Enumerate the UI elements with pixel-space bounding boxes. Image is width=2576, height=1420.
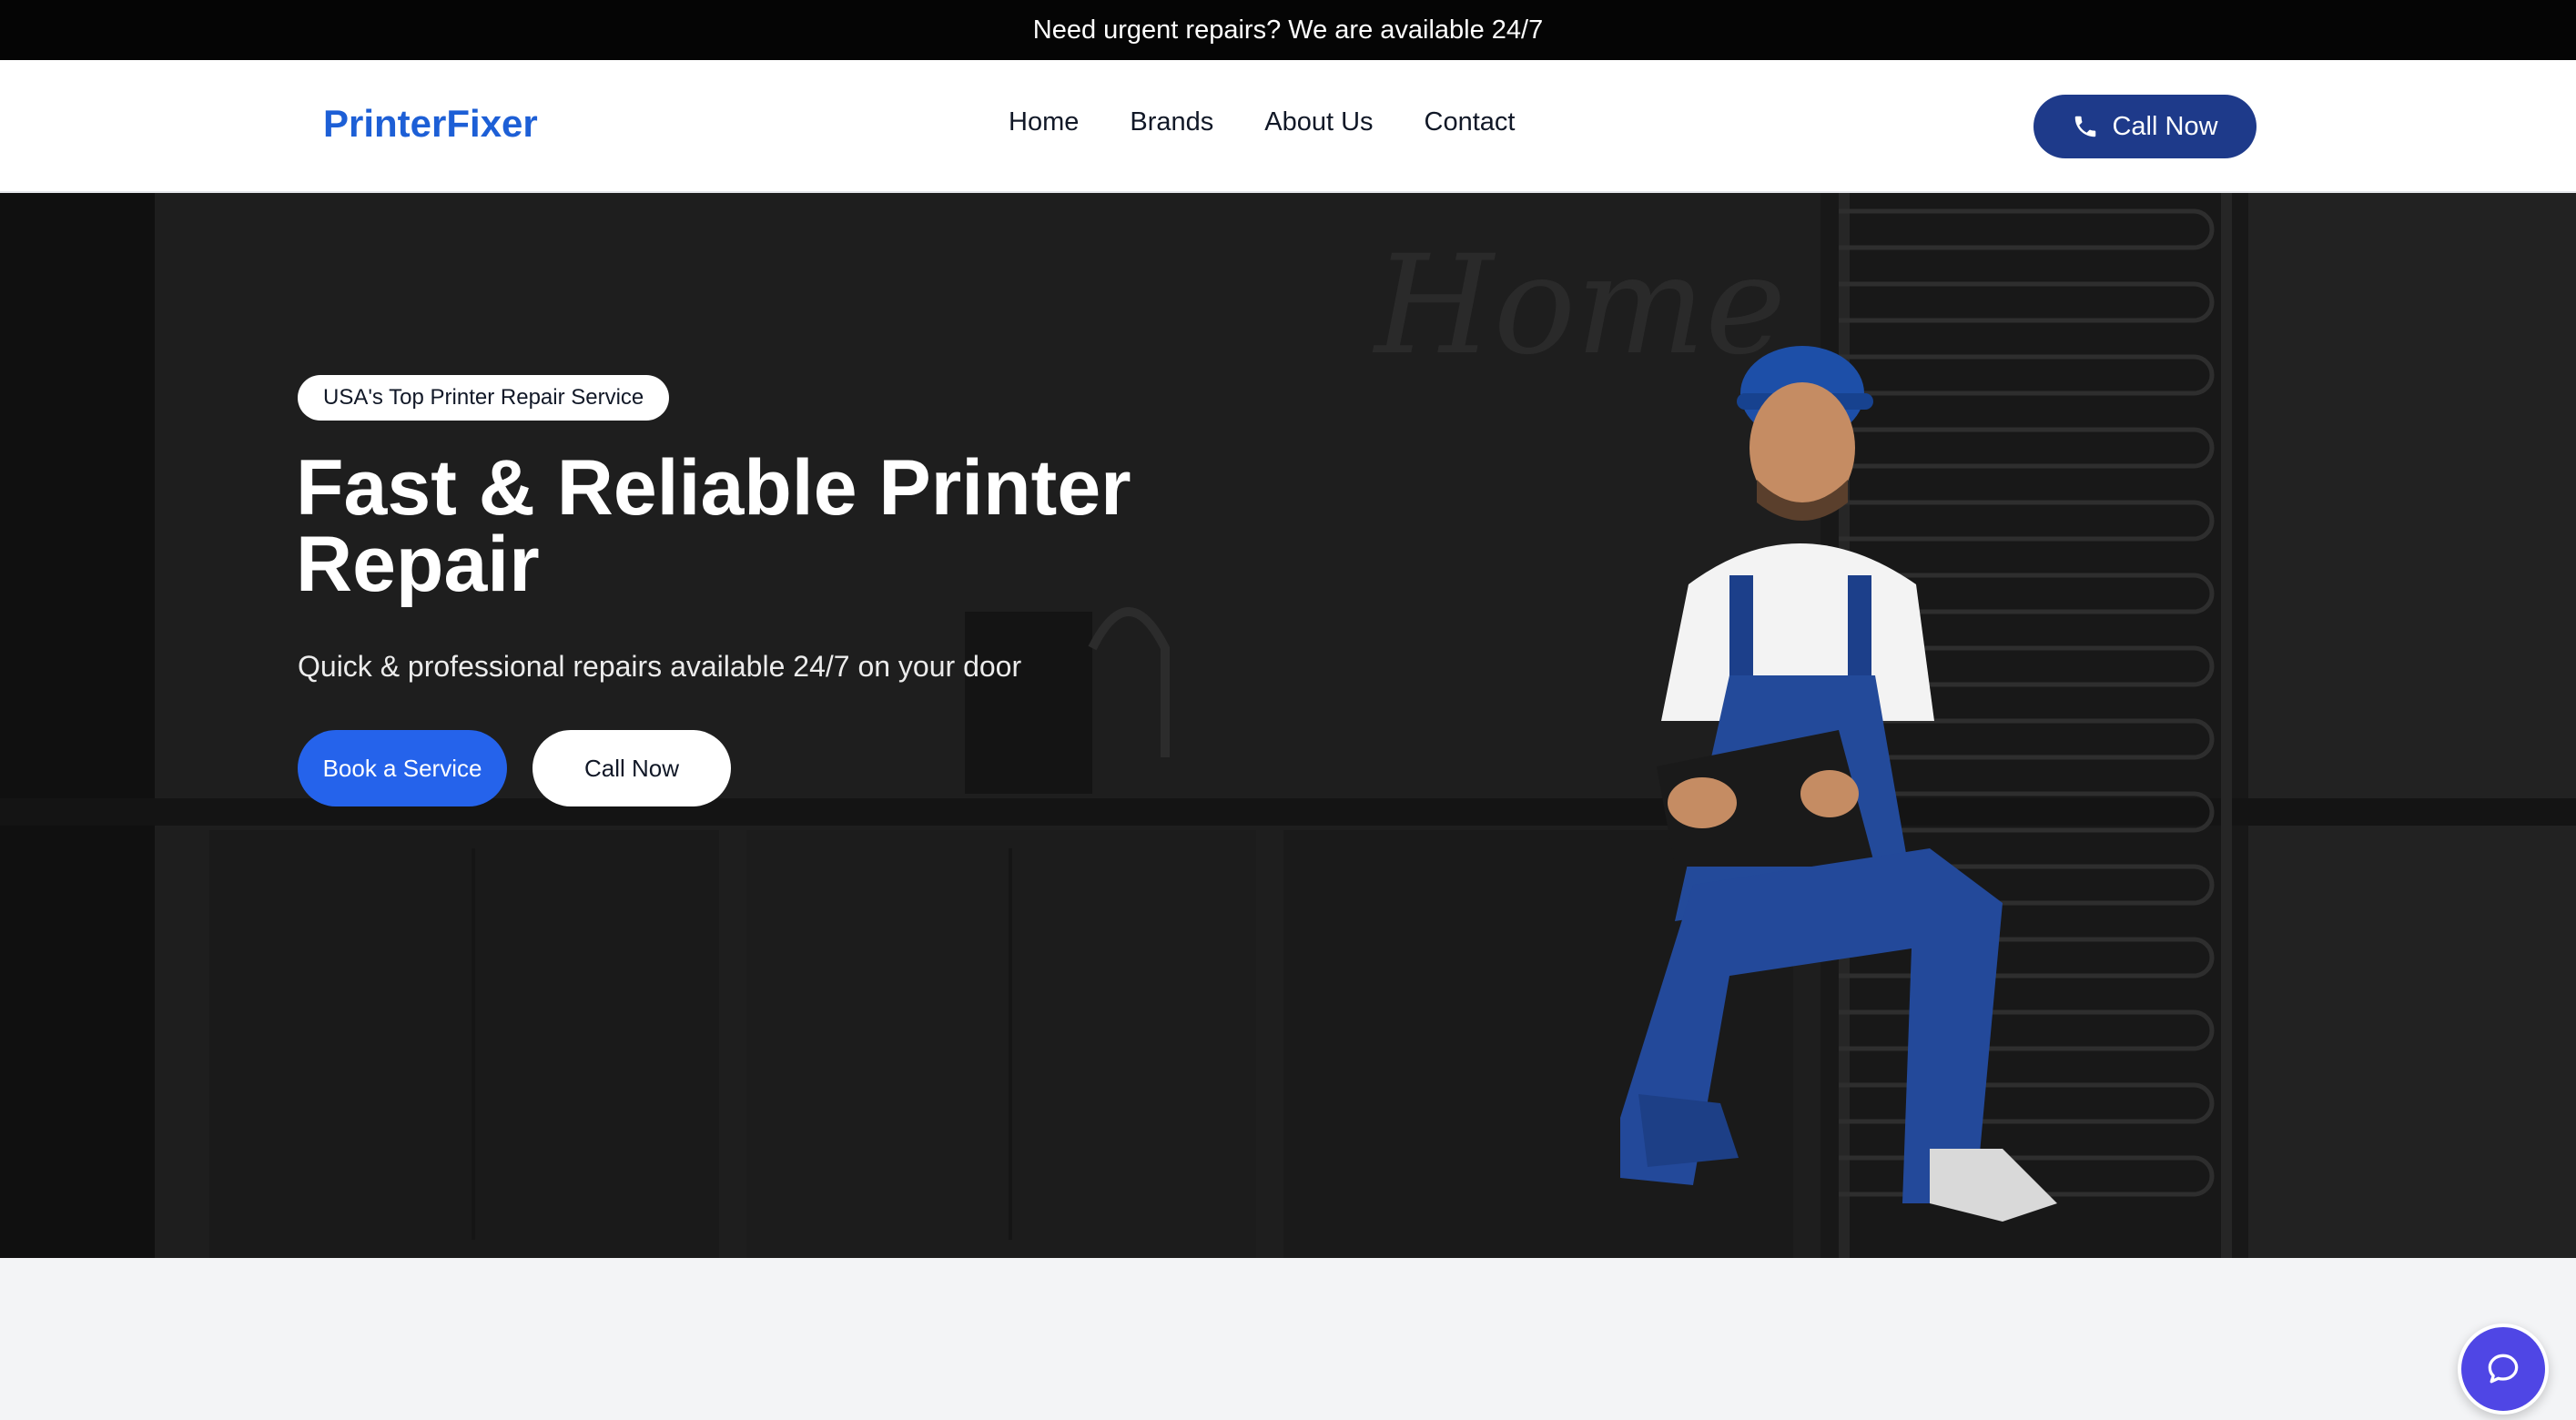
chat-bubble-icon bbox=[2488, 1354, 2519, 1384]
site-logo[interactable]: PrinterFixer bbox=[323, 102, 538, 146]
announcement-text: Need urgent repairs? We are available 24… bbox=[1032, 15, 1544, 45]
book-service-button[interactable]: Book a Service bbox=[298, 730, 507, 806]
nav-home[interactable]: Home bbox=[1009, 107, 1079, 137]
chat-widget-button[interactable] bbox=[2458, 1324, 2549, 1415]
phone-icon bbox=[2075, 116, 2096, 137]
main-nav: Home Brands About Us Contact bbox=[1009, 107, 1516, 137]
nav-brands[interactable]: Brands bbox=[1130, 107, 1213, 137]
nav-contact[interactable]: Contact bbox=[1425, 107, 1516, 137]
next-section bbox=[0, 1258, 2576, 1420]
nav-about-us[interactable]: About Us bbox=[1264, 107, 1373, 137]
hero-badge: USA's Top Printer Repair Service bbox=[298, 375, 670, 421]
hero-call-now-button[interactable]: Call Now bbox=[532, 730, 731, 806]
hero-subtitle: Quick & professional repairs available 2… bbox=[298, 650, 1022, 683]
announcement-bar: Need urgent repairs? We are available 24… bbox=[0, 0, 2576, 60]
header-call-now-button[interactable]: Call Now bbox=[2033, 95, 2257, 158]
header-call-now-label: Call Now bbox=[2112, 111, 2218, 141]
site-header: PrinterFixer Home Brands About Us Contac… bbox=[0, 60, 2576, 193]
technician-image bbox=[1620, 346, 2057, 1222]
hero-title: Fast & Reliable Printer Repair bbox=[296, 444, 1131, 608]
hero-section: Home USA's Top Printer Repair Service Fa… bbox=[0, 193, 2576, 1258]
hero-background-image: Home bbox=[0, 193, 2576, 1258]
